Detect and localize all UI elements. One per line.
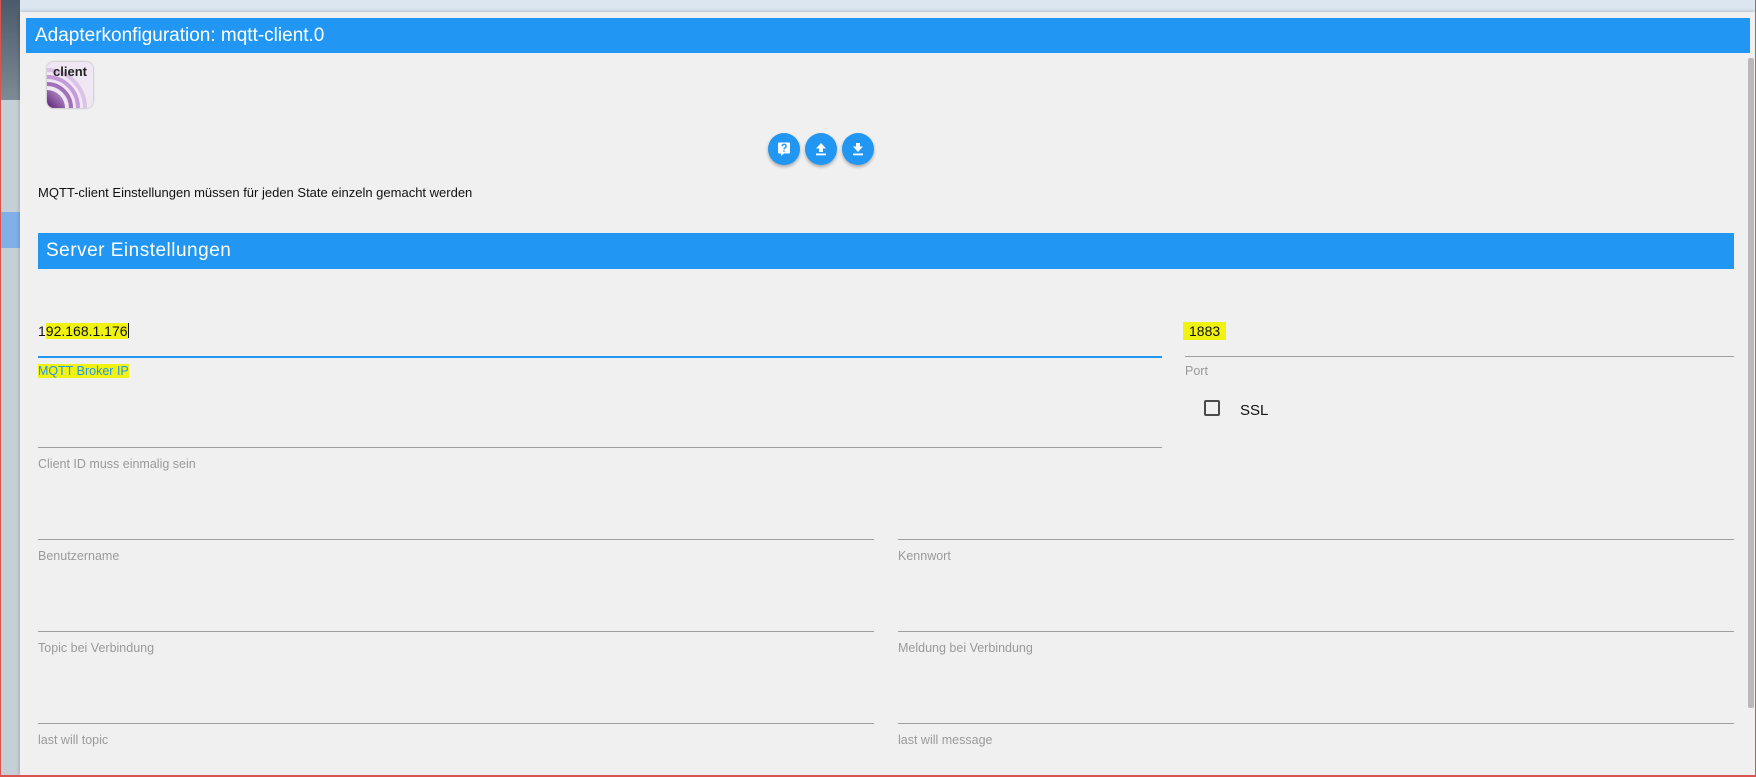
upload-icon	[816, 143, 826, 156]
logo-text: client	[53, 64, 87, 79]
connect-topic-label: Topic bei Verbindung	[38, 641, 155, 655]
username-label: Benutzername	[38, 549, 120, 563]
adapter-config-dialog: Adapterkonfiguration: mqtt-client.0 clie…	[20, 12, 1756, 775]
username-underline	[38, 539, 874, 540]
download-icon	[853, 143, 863, 156]
broker-ip-underline	[38, 356, 1162, 358]
last-will-topic-underline	[38, 723, 874, 724]
username-field[interactable]: Benutzername	[38, 506, 874, 566]
dialog-title: Adapterkonfiguration: mqtt-client.0	[26, 18, 1750, 53]
background-panel-dark	[1, 0, 20, 100]
password-underline	[898, 539, 1734, 540]
help-icon	[778, 142, 790, 156]
background-panel-accent	[1, 212, 20, 248]
broker-ip-field[interactable]: 192.168.1.176 MQTT Broker IP	[38, 323, 1162, 383]
window-border-left	[0, 0, 1, 777]
upload-button[interactable]	[805, 133, 837, 165]
background-strip	[0, 0, 1756, 12]
connect-message-underline	[898, 631, 1734, 632]
ssl-label[interactable]: SSL	[1240, 402, 1268, 419]
section-title: Server Einstellungen	[38, 233, 1734, 269]
last-will-message-underline	[898, 723, 1734, 724]
connect-message-field[interactable]: Meldung bei Verbindung	[898, 598, 1734, 658]
password-field[interactable]: Kennwort	[898, 506, 1734, 566]
connect-topic-field[interactable]: Topic bei Verbindung	[38, 598, 874, 658]
background-panel	[1, 0, 20, 777]
connect-message-label: Meldung bei Verbindung	[898, 641, 1033, 655]
last-will-message-field[interactable]: last will message	[898, 690, 1734, 750]
broker-ip-value-prefix: 1	[38, 323, 46, 339]
client-id-underline	[38, 447, 1162, 448]
port-input[interactable]: 1883	[1179, 322, 1230, 340]
port-field[interactable]: 1883 Port	[1183, 322, 1734, 383]
last-will-topic-label: last will topic	[38, 733, 109, 747]
help-button[interactable]	[768, 133, 800, 165]
ssl-checkbox[interactable]	[1204, 400, 1220, 416]
last-will-message-label: last will message	[898, 733, 993, 747]
password-label: Kennwort	[898, 549, 951, 563]
download-button[interactable]	[842, 133, 874, 165]
last-will-topic-field[interactable]: last will topic	[38, 690, 874, 750]
scrollbar[interactable]	[1748, 58, 1754, 708]
adapter-logo: client	[47, 62, 93, 108]
connect-topic-underline	[38, 631, 874, 632]
client-id-field[interactable]: Client ID muss einmalig sein	[38, 414, 1162, 474]
port-label: Port	[1185, 364, 1208, 378]
info-text: MQTT-client Einstellungen müssen für jed…	[38, 185, 473, 200]
port-underline	[1185, 356, 1734, 357]
broker-ip-label: MQTT Broker IP	[38, 364, 129, 378]
client-id-label: Client ID muss einmalig sein	[38, 457, 196, 471]
